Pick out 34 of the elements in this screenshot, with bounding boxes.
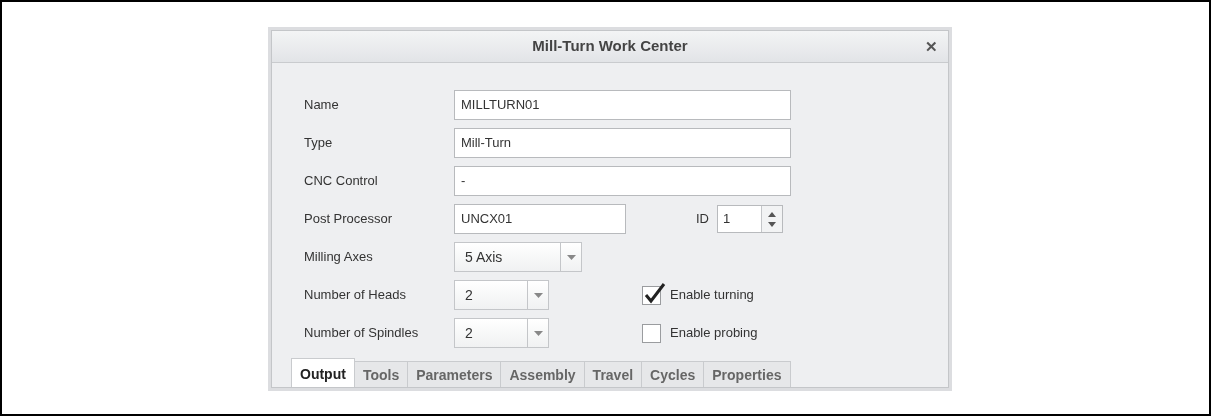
checkbox-label: Enable probing [670, 324, 758, 343]
input-field[interactable]: Mill-Turn [454, 128, 791, 158]
dropdown[interactable]: 5 Axis [454, 242, 582, 272]
down-arrow-icon[interactable] [768, 221, 776, 227]
tab[interactable]: Tools [354, 361, 409, 387]
caret-icon [533, 292, 543, 298]
tab[interactable]: Parameters [408, 361, 502, 387]
close-button[interactable]: ✕ [925, 37, 938, 57]
field-label: Number of Spindles [304, 324, 420, 343]
window-title: Mill-Turn Work Center [532, 36, 688, 57]
up-arrow-icon[interactable] [768, 211, 776, 217]
tab[interactable]: Travel [584, 361, 643, 387]
input-field[interactable]: - [454, 166, 791, 196]
input-field[interactable]: UNCX01 [454, 204, 626, 234]
field-label: Post Processor [304, 210, 394, 229]
field-label: Type [304, 134, 334, 153]
dropdown[interactable]: 2 [454, 280, 549, 310]
checkbox[interactable] [642, 323, 661, 343]
tab[interactable]: Assembly [501, 361, 585, 387]
input-field[interactable]: MILLTURN01 [454, 90, 791, 120]
field-label: CNC Control [304, 172, 379, 191]
dropdown[interactable]: 2 [454, 318, 549, 348]
field-label: Milling Axes [304, 248, 374, 267]
tab[interactable]: Properties [704, 361, 791, 387]
caret-icon [533, 330, 543, 336]
spinner-field[interactable]: 1 [717, 205, 783, 233]
tab[interactable]: Output [291, 358, 355, 387]
field-label: Number of Heads [304, 286, 407, 305]
field-label: Name [304, 96, 340, 115]
caret-icon [566, 254, 576, 260]
checkbox-label: Enable turning [670, 286, 754, 305]
checkmark-icon [644, 281, 666, 304]
field-label: ID [696, 210, 709, 229]
tab[interactable]: Cycles [642, 361, 705, 387]
